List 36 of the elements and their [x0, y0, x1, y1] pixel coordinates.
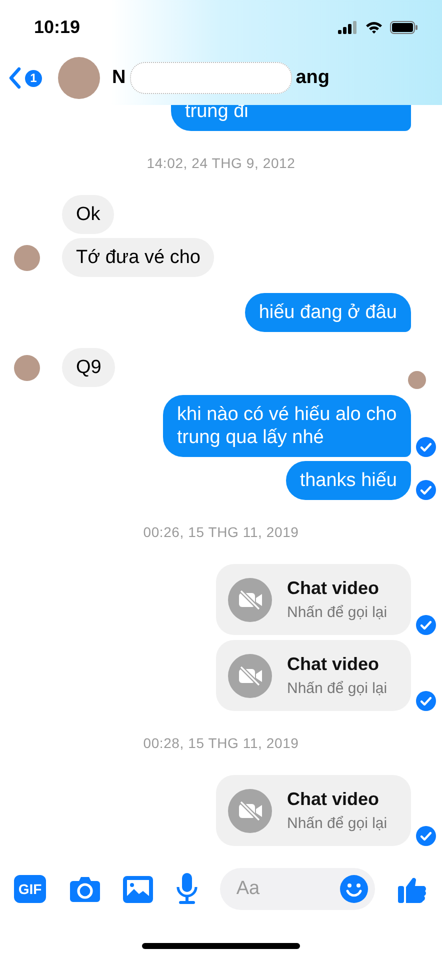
video-call-card[interactable]: Chat video Nhấn để gọi lại: [216, 564, 411, 635]
contact-name: N: [112, 67, 126, 89]
call-title: Chat video: [287, 578, 380, 599]
message-bubble: thanks hiếu: [286, 461, 411, 500]
timestamp: 14:02, 24 THG 9, 2012: [146, 155, 296, 171]
message-field[interactable]: Aa: [220, 868, 376, 910]
signal-icon: [338, 20, 358, 34]
call-subtitle: Nhấn để gọi lại: [287, 680, 388, 697]
video-call-card[interactable]: Chat video Nhấn để gọi lại: [216, 640, 411, 711]
message-bubble: khi nào có vé hiếu alo cho trung qua lấy nhé: [163, 395, 411, 457]
wifi-icon: [365, 20, 383, 34]
message-bubble: Tớ đưa vé cho: [62, 238, 214, 277]
emoji-icon[interactable]: [339, 874, 370, 904]
timestamp: 00:28, 15 THG 11, 2019: [143, 735, 299, 751]
call-subtitle: Nhấn để gọi lại: [287, 604, 388, 621]
back-chevron-icon[interactable]: [8, 66, 22, 90]
battery-icon: [390, 20, 418, 34]
avatar[interactable]: [58, 57, 100, 99]
call-subtitle: Nhấn để gọi lại: [287, 815, 388, 832]
call-title: Chat video: [287, 654, 380, 675]
microphone-icon[interactable]: [176, 873, 198, 905]
message-bubble: hiếu đang ở đâu: [244, 293, 411, 332]
image-icon[interactable]: [123, 876, 154, 902]
video-off-icon: [228, 578, 272, 622]
seen-avatar: [408, 371, 426, 389]
video-off-icon: [228, 788, 272, 832]
gif-button[interactable]: GIF: [14, 875, 46, 903]
message-bubble: Q9: [62, 348, 116, 387]
call-title: Chat video: [287, 789, 380, 810]
video-off-icon: [228, 654, 272, 698]
back-button[interactable]: 1: [8, 66, 42, 90]
message-bubble: Ok: [62, 195, 114, 234]
camera-icon[interactable]: [68, 875, 101, 903]
video-call-card[interactable]: Chat video Nhấn để gọi lại: [216, 775, 411, 846]
status-time: 10:19: [34, 16, 80, 38]
timestamp: 00:26, 15 THG 11, 2019: [143, 524, 299, 540]
